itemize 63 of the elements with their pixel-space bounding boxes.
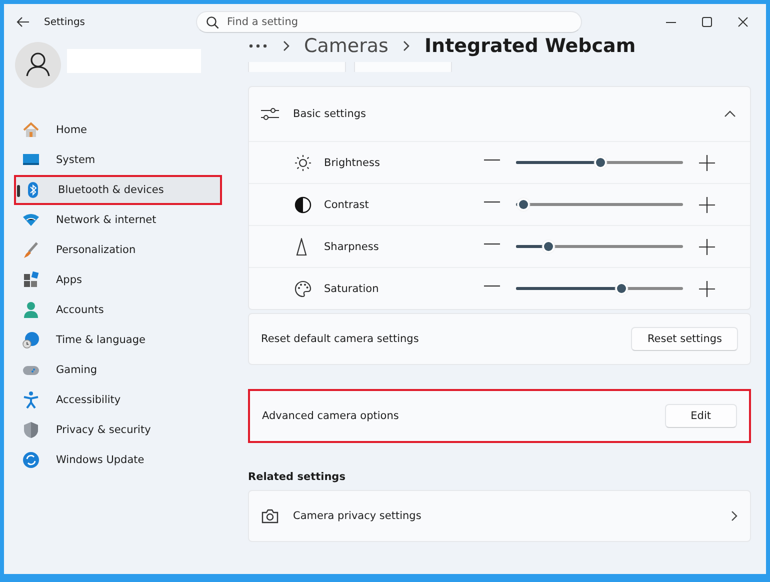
palette-icon xyxy=(294,280,312,298)
setting-label: Sharpness xyxy=(324,240,380,252)
sidebar-item[interactable]: Time & language xyxy=(14,325,222,355)
contrast-icon xyxy=(294,196,312,214)
setting-label: Saturation xyxy=(324,282,380,294)
sidebar-item[interactable]: Network & internet xyxy=(14,205,222,235)
setting-label: Contrast xyxy=(324,198,370,210)
paintbrush-icon xyxy=(22,241,40,259)
apps-icon xyxy=(22,271,40,289)
setting-label: Advanced camera options xyxy=(262,410,400,422)
sidebar-item[interactable]: Windows Update xyxy=(14,445,222,475)
more-icon xyxy=(248,43,268,49)
setting-label: Reset default camera settings xyxy=(261,333,420,345)
sidebar-item[interactable]: Privacy & security xyxy=(14,415,222,445)
sliders-icon xyxy=(261,107,279,121)
sun-icon xyxy=(294,154,312,172)
plus-icon xyxy=(699,280,715,296)
settings-link-card[interactable]: Camera privacy settings xyxy=(248,490,751,542)
reset-button[interactable]: Reset settings xyxy=(631,327,738,351)
close-icon xyxy=(738,17,748,27)
back-arrow-icon xyxy=(16,16,30,28)
camera-icon xyxy=(261,508,279,524)
slider-thumb[interactable] xyxy=(596,158,604,167)
plus-icon xyxy=(699,238,715,254)
sidebar-item[interactable]: Home xyxy=(14,115,222,145)
avatar-icon xyxy=(15,42,61,88)
slider-thumb[interactable] xyxy=(617,284,626,293)
sidebar-item[interactable]: System xyxy=(14,145,222,175)
sidebar-item[interactable]: Accounts xyxy=(14,295,222,325)
person-icon xyxy=(22,301,40,319)
breadcrumb-item: Integrated Webcam xyxy=(424,35,636,57)
house-icon xyxy=(22,121,40,139)
plus-icon xyxy=(699,154,715,170)
section-title: Basic settings xyxy=(293,108,366,120)
plus-icon xyxy=(699,196,715,212)
window-title: Settings xyxy=(44,16,86,28)
minus-icon xyxy=(484,158,500,160)
chevron-right-icon xyxy=(282,40,290,52)
chevron-right-icon xyxy=(730,510,738,522)
search-field[interactable]: Find a setting xyxy=(196,11,582,33)
minus-icon xyxy=(484,242,500,244)
minus-icon xyxy=(484,200,500,202)
setting-label: Camera privacy settings xyxy=(293,510,422,522)
section-heading: Related settings xyxy=(248,471,346,483)
setting-label: Brightness xyxy=(324,156,381,168)
minus-icon xyxy=(484,284,500,286)
sidebar-item[interactable]: Bluetooth & devices xyxy=(14,175,222,205)
search-icon xyxy=(206,16,219,29)
sidebar-item[interactable]: Personalization xyxy=(14,235,222,265)
shield-icon xyxy=(22,421,40,439)
globe-clock-icon xyxy=(22,331,40,349)
sidebar-item[interactable]: Accessibility xyxy=(14,385,222,415)
update-icon xyxy=(22,451,40,469)
chevron-up-icon[interactable] xyxy=(724,110,736,118)
slider-thumb[interactable] xyxy=(518,200,528,209)
chevron-right-icon xyxy=(402,40,410,52)
slider-thumb[interactable] xyxy=(544,242,553,251)
maximize-icon xyxy=(702,17,712,27)
breadcrumb-item[interactable]: Cameras xyxy=(304,35,388,57)
sidebar-item[interactable]: Gaming xyxy=(14,355,222,385)
accessibility-icon xyxy=(22,391,40,409)
edit-button[interactable]: Edit xyxy=(664,404,737,428)
sidebar-item[interactable]: Apps xyxy=(14,265,222,295)
